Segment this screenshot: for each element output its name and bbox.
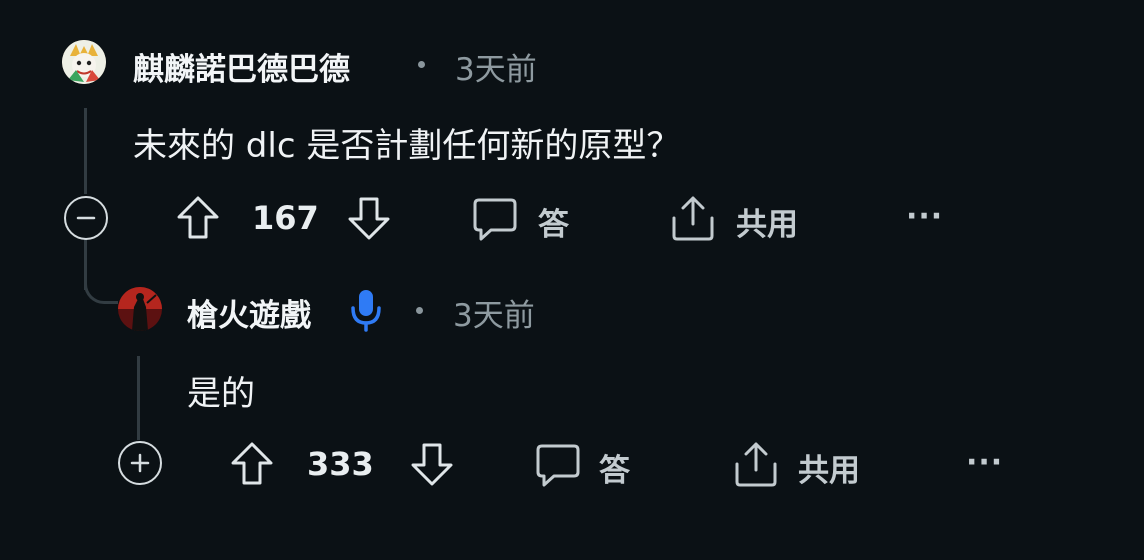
share-icon	[735, 442, 777, 487]
vote-count: 333	[307, 445, 374, 483]
arrow-up-icon[interactable]	[175, 194, 221, 242]
username[interactable]: 槍火遊戲	[187, 290, 311, 335]
comment-body: 是的	[187, 374, 255, 414]
share-label: 共用	[798, 453, 860, 489]
separator-dot	[418, 61, 425, 68]
timestamp: 3天前	[453, 298, 535, 334]
separator-dot	[416, 307, 423, 314]
share-label: 共用	[736, 207, 798, 243]
more-options-button[interactable]: ···	[966, 445, 1003, 480]
thread-line-curve	[84, 262, 118, 304]
comment-body: 未來的 dlc 是否計劃任何新的原型？	[133, 126, 681, 166]
arrow-up-icon[interactable]	[229, 440, 275, 488]
more-options-button[interactable]: ···	[906, 199, 943, 234]
thread-line-reply	[137, 356, 140, 440]
microphone-icon	[351, 290, 381, 332]
share-icon	[672, 196, 714, 241]
thread-line-top	[84, 108, 87, 194]
username[interactable]: 麒麟諾巴德巴德	[133, 44, 350, 89]
plus-circle-icon	[130, 453, 150, 473]
expand-button[interactable]	[118, 441, 162, 485]
minus-circle-icon	[76, 216, 96, 220]
speech-bubble-icon	[536, 444, 580, 487]
timestamp: 3天前	[455, 52, 537, 88]
reply-label: 答	[599, 453, 630, 489]
vote-count: 167	[252, 199, 319, 237]
collapse-button[interactable]	[64, 196, 108, 240]
avatar[interactable]	[118, 287, 162, 331]
avatar[interactable]	[62, 40, 106, 84]
arrow-down-icon[interactable]	[346, 194, 392, 242]
speech-bubble-icon	[473, 198, 517, 241]
arrow-down-icon[interactable]	[409, 440, 455, 488]
reply-label: 答	[538, 207, 569, 243]
